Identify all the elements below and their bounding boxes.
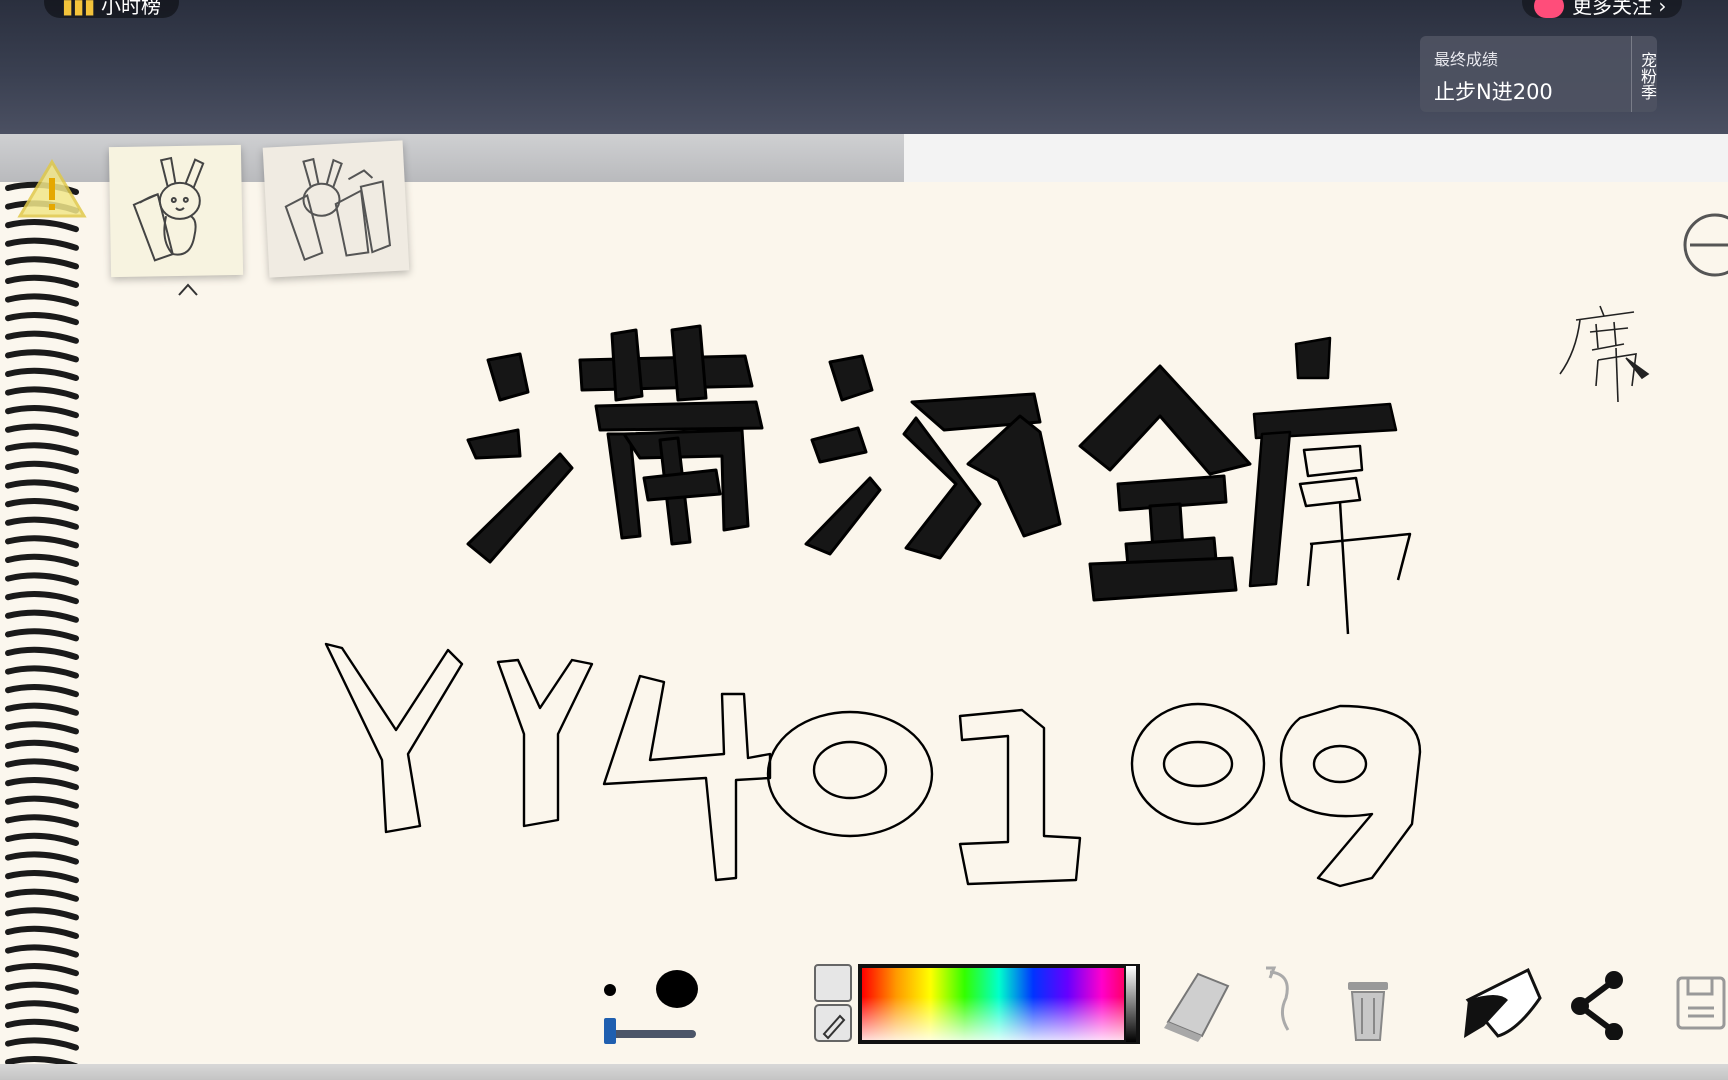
brush-size-small-dot[interactable] [604,984,616,996]
share-icon[interactable] [1568,970,1628,1040]
score-label: 最终成绩 [1434,50,1499,69]
texture-tool-icon[interactable] [814,964,852,1002]
drawing-app [0,134,1728,1080]
follow-label: 更多关注 [1572,0,1652,18]
eyedropper-icon[interactable] [814,1004,852,1042]
handwritten-char-quan [1078,364,1252,602]
save-icon[interactable] [1674,974,1728,1034]
trash-icon[interactable] [1340,964,1396,1044]
stream-header: ▮▮▮ 小时榜 更多关注 › 最终成绩 止步N进200 宠粉季 [0,0,1728,134]
score-card[interactable]: 最终成绩 止步N进200 宠粉季 [1420,36,1657,112]
handwritten-char-han [804,354,1062,560]
color-palette[interactable] [858,964,1140,1044]
follow-button[interactable]: 更多关注 › [1522,0,1683,18]
follow-avatar-icon [1534,0,1564,18]
rank-badge[interactable]: ▮▮▮ 小时榜 [44,0,180,18]
brightness-slider[interactable] [1124,964,1138,1044]
undo-icon[interactable] [1262,964,1302,1044]
handwritten-char-xi [1248,336,1412,635]
score-value: 止步N进200 [1434,80,1553,104]
score-side-tag: 宠粉季 [1631,36,1657,112]
pen-tool-icon[interactable] [1458,960,1542,1044]
handwritten-canvas[interactable] [0,134,1728,1080]
bottom-strip [0,1064,1728,1080]
brush-size-knob[interactable] [604,1018,616,1044]
rank-label: 小时榜 [101,0,162,18]
handwritten-char-man [466,324,764,564]
rank-icon: ▮▮▮ [62,0,96,18]
brush-size-slider[interactable] [604,1030,696,1038]
brush-size-large-dot[interactable] [656,970,698,1008]
handwritten-code [324,642,1422,888]
eraser-icon[interactable] [1158,964,1234,1044]
